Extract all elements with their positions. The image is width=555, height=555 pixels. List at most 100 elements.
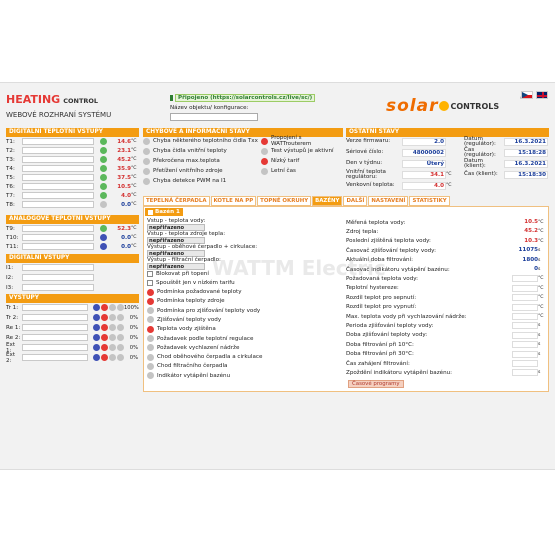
pool-select[interactable]: nepřiřazeno [147, 224, 205, 231]
output-mode-icon[interactable] [109, 334, 116, 341]
pool-status-icon [147, 344, 154, 352]
output-mode-icon[interactable] [117, 344, 124, 351]
tab-bazény[interactable]: BAZÉNY [312, 196, 343, 206]
output-name-field[interactable] [22, 334, 88, 341]
pool-measure-row: Zpoždění indikátoru vytápění bazénu: s [346, 368, 548, 377]
flag-cz-icon[interactable] [521, 91, 533, 99]
pool-measure-value[interactable] [512, 331, 538, 339]
date-time-row: Čas (klient): 15:18:30 [464, 170, 548, 179]
analog-temp-name-field[interactable] [22, 225, 94, 232]
output-mode-icon[interactable] [109, 344, 116, 351]
date-time-row: Čas (regulátor): 15:18:28 [464, 147, 548, 157]
output-mode-icon[interactable] [117, 354, 124, 361]
pool-select[interactable]: nepřiřazeno [147, 250, 205, 257]
pool-option-checkbox[interactable] [147, 280, 153, 286]
pool-status-icon [147, 316, 154, 324]
digital-temp-name-field[interactable] [22, 156, 94, 163]
pool-measure-label: Poslední zjištěná teplota vody: [346, 238, 431, 245]
pool-option-checkbox[interactable] [147, 271, 153, 277]
digital-input-row: I2: [6, 273, 139, 282]
schedule-button[interactable]: Časové programy [348, 379, 404, 388]
pool-measure-unit: s [538, 351, 541, 357]
pool-status-row: Teplota vody zjištěna [147, 325, 216, 333]
other-state-label: Sériové číslo: [346, 149, 384, 155]
output-mode-icon[interactable] [117, 304, 124, 311]
pool-measure-value[interactable] [512, 275, 538, 283]
output-name-field[interactable] [22, 304, 88, 311]
output-value: 0% [129, 314, 138, 321]
output-mode-icon[interactable] [117, 314, 124, 321]
pool-option-label: Blokovat při topení [156, 271, 209, 277]
flag-uk-icon[interactable] [536, 91, 548, 99]
output-name-field[interactable] [22, 354, 88, 361]
tab-tepelná-čerpadla[interactable]: TEPELNÁ ČERPADLA [143, 196, 210, 206]
pool-measure-row: Čas zahájení filtrování: [346, 359, 548, 368]
digital-input-name-field[interactable] [22, 284, 94, 291]
pool-measure-value[interactable] [512, 341, 538, 349]
output-info-icon[interactable] [93, 304, 100, 311]
digital-temp-unit: °C [131, 166, 137, 171]
pool-status-label: Podmínka požadované teploty [157, 289, 242, 295]
pool-measure-value[interactable] [512, 322, 538, 330]
output-info-icon[interactable] [93, 344, 100, 351]
tab-nastavení[interactable]: NASTAVENÍ [368, 196, 409, 206]
output-info-icon[interactable] [93, 334, 100, 341]
pool-measure-value[interactable] [512, 284, 538, 292]
digital-temp-name-field[interactable] [22, 174, 94, 181]
pool-measure-value[interactable] [512, 294, 538, 302]
output-info-icon[interactable] [93, 314, 100, 321]
pool-measure-value[interactable] [512, 360, 538, 367]
digital-temp-name-field[interactable] [22, 147, 94, 154]
object-name-input[interactable] [170, 113, 258, 121]
pool-select[interactable]: nepřiřazeno [147, 263, 205, 270]
pool-measure-value[interactable] [512, 303, 538, 311]
tab-další[interactable]: DALŠÍ [343, 196, 368, 206]
logo-solar: solar [386, 96, 439, 116]
digital-input-name-field[interactable] [22, 264, 94, 271]
analog-temp-name-field[interactable] [22, 234, 94, 241]
pool-measure-value[interactable] [512, 369, 538, 377]
output-mode-icon[interactable] [109, 324, 116, 331]
digital-temp-unit: °C [131, 175, 137, 180]
output-mode-icon[interactable] [109, 354, 116, 361]
digital-temp-name-field[interactable] [22, 201, 94, 208]
output-mode-icon[interactable] [109, 314, 116, 321]
pool-select[interactable]: nepřiřazeno [147, 237, 205, 244]
output-mode-icon[interactable] [101, 334, 108, 341]
output-mode-icon[interactable] [101, 304, 108, 311]
tab-kotle-na-pp[interactable]: KOTLE NA PP [210, 196, 257, 206]
output-row: Ext 2: 0% [6, 352, 139, 364]
digital-temp-name-field[interactable] [22, 192, 94, 199]
tab-topné-okruhy[interactable]: TOPNÉ OKRUHY [257, 196, 312, 206]
digital-input-name-field[interactable] [22, 274, 94, 281]
pool-measure-label: Rozdíl teplot pro vypnutí: [346, 304, 417, 311]
output-mode-icon[interactable] [101, 324, 108, 331]
digital-temp-name-field[interactable] [22, 183, 94, 190]
tab-statistiky[interactable]: STATISTIKY [409, 196, 450, 206]
output-name-field[interactable] [22, 324, 88, 331]
pool-measure-label: Doba filtrování při 30°C: [346, 351, 414, 358]
output-info-icon[interactable] [93, 354, 100, 361]
analog-temp-name-field[interactable] [22, 243, 94, 250]
output-mode-icon[interactable] [109, 304, 116, 311]
digital-temp-name-field[interactable] [22, 138, 94, 145]
pool-measure-label: Max. teplota vody při vychlazování nádrž… [346, 313, 467, 320]
output-mode-icon[interactable] [101, 344, 108, 351]
analog-temp-panel: T9: 52.3 °C T10: 0.0 °C T11: 0.0 °C [6, 224, 139, 252]
pool-status-row: Chod filtračního čerpadla [147, 362, 227, 370]
output-mode-icon[interactable] [117, 324, 124, 331]
digital-temp-name-field[interactable] [22, 165, 94, 172]
output-mode-icon[interactable] [101, 314, 108, 321]
pool-enable-checkbox[interactable] [148, 209, 153, 215]
output-info-icon[interactable] [93, 324, 100, 331]
pool-measure-value[interactable] [512, 313, 538, 320]
pool-measure-row: Měřená teplota vody: 10.5 °C [346, 218, 548, 227]
output-mode-icon[interactable] [101, 354, 108, 361]
solar-controls-logo: solar CONTROLS [386, 96, 499, 116]
output-name-field[interactable] [22, 314, 88, 321]
pool-measure-value[interactable] [512, 350, 538, 358]
status-indicator-icon [100, 243, 107, 250]
digital-temp-value: 45.2 [117, 156, 131, 163]
output-mode-icon[interactable] [117, 334, 124, 341]
output-name-field[interactable] [22, 344, 88, 351]
